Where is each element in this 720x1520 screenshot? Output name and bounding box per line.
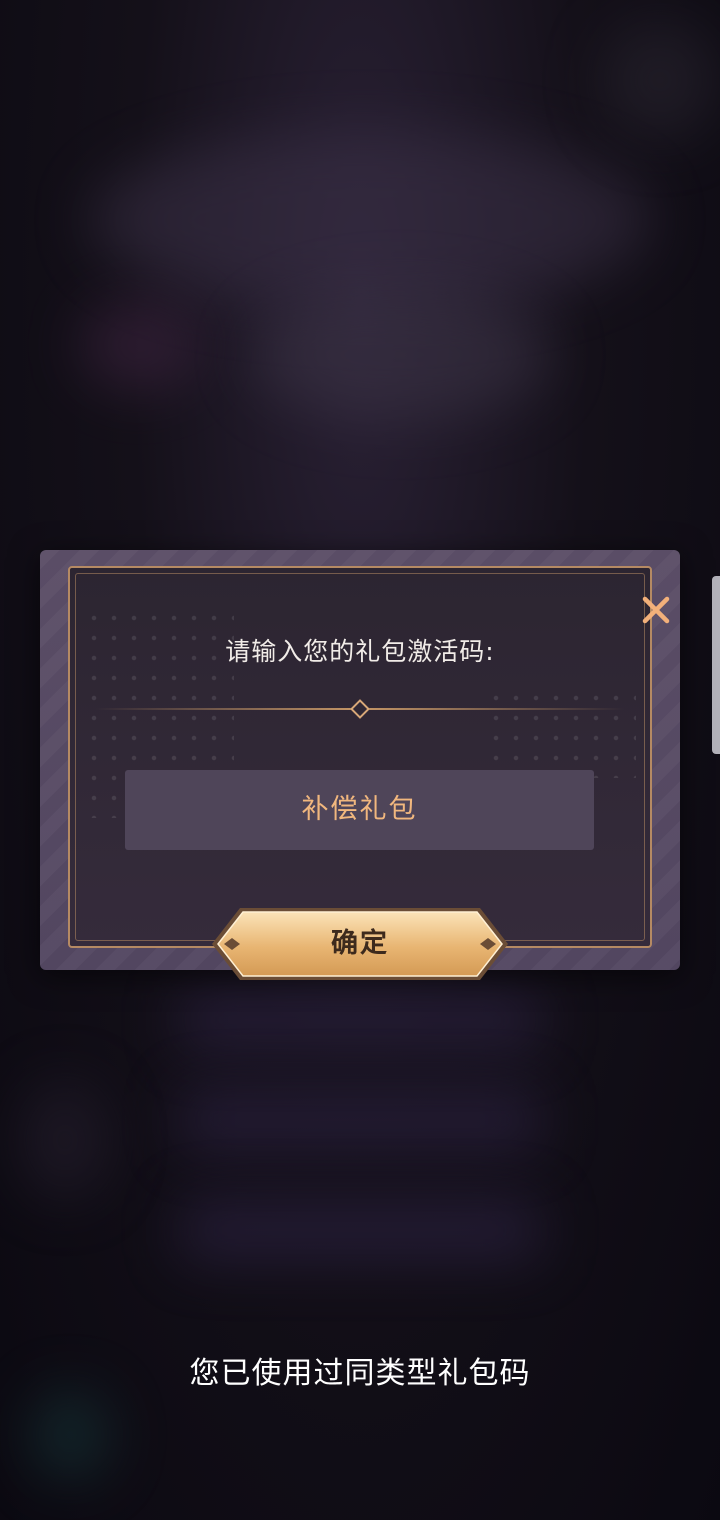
dialog-prompt: 请输入您的礼包激活码: — [225, 637, 495, 666]
blurred-background — [180, 990, 540, 1050]
dialog-frame — [68, 566, 652, 948]
dot-pattern-decoration — [486, 688, 636, 778]
blurred-background — [180, 1200, 540, 1260]
close-icon — [642, 596, 670, 624]
confirm-button-label: 确定 — [331, 928, 389, 959]
toast-message: 您已使用过同类型礼包码 — [189, 1356, 531, 1391]
blurred-background — [20, 1080, 110, 1200]
close-button[interactable] — [638, 592, 674, 628]
blurred-background — [80, 300, 200, 390]
gift-code-input[interactable]: 补偿礼包 — [125, 770, 594, 850]
blurred-background — [90, 130, 650, 310]
blurred-background — [250, 290, 550, 420]
scroll-indicator[interactable] — [712, 576, 720, 754]
blurred-background — [600, 20, 720, 140]
blurred-background — [30, 1390, 110, 1480]
confirm-button[interactable]: 确定 — [210, 904, 510, 984]
game-screen: 请输入您的礼包激活码: 补偿礼包 确定 您已使用过同类型礼包码 — [0, 0, 720, 1520]
blurred-background — [180, 1090, 540, 1150]
